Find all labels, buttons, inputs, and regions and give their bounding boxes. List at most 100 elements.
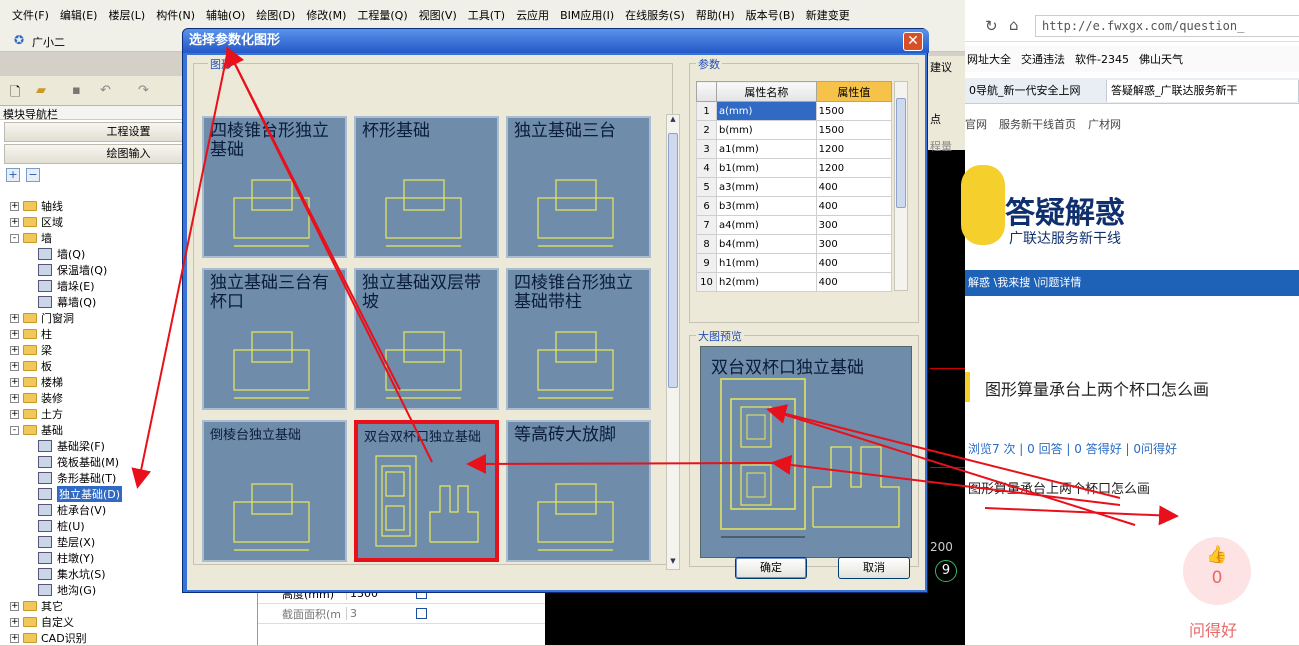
- param-value[interactable]: 400: [815, 253, 893, 273]
- favorite-link[interactable]: 交通违法: [1021, 51, 1065, 67]
- menu-item[interactable]: 工程量(Q): [357, 7, 407, 23]
- site-nav-link[interactable]: 服务新干线首页: [999, 116, 1076, 136]
- ok-button[interactable]: 确定: [735, 557, 807, 579]
- browser-tab[interactable]: 0导航_新一代安全上网: [965, 79, 1107, 102]
- expand-icon[interactable]: +: [10, 361, 19, 371]
- menu-item[interactable]: 辅轴(O): [206, 7, 245, 23]
- param-value[interactable]: 300: [815, 215, 893, 235]
- expand-icon[interactable]: +: [10, 409, 19, 419]
- param-row[interactable]: 10 h2(mm) 400: [696, 272, 893, 292]
- menu-item[interactable]: 修改(M): [306, 7, 346, 23]
- shape-tile[interactable]: 独立基础三台: [506, 116, 651, 258]
- redo-icon[interactable]: ↷: [138, 83, 149, 98]
- expand-icon[interactable]: +: [10, 345, 19, 355]
- assistant-icon[interactable]: ✪: [14, 33, 24, 47]
- expand-icon[interactable]: +: [10, 201, 19, 211]
- expand-icon[interactable]: +: [10, 217, 19, 227]
- shape-tile[interactable]: 等高砖大放脚: [506, 420, 651, 562]
- tree-item[interactable]: + CAD识别: [10, 630, 250, 646]
- param-value[interactable]: 400: [815, 196, 893, 216]
- param-row[interactable]: 8 b4(mm) 300: [696, 234, 893, 254]
- collapse-all-icon[interactable]: −: [26, 168, 40, 182]
- param-row[interactable]: 1 a(mm) 1500: [696, 101, 893, 121]
- param-row[interactable]: 9 h1(mm) 400: [696, 253, 893, 273]
- assistant-label[interactable]: 广小二: [32, 34, 65, 50]
- shape-tile[interactable]: 双台双杯口独立基础: [354, 420, 499, 562]
- menu-item[interactable]: BIM应用(I): [560, 7, 614, 23]
- menu-item[interactable]: 绘图(D): [256, 7, 295, 23]
- close-icon[interactable]: ✕: [903, 32, 923, 51]
- breadcrumb[interactable]: 解惑 \我来搜 \问题详情: [965, 270, 1299, 296]
- scroll-thumb[interactable]: [668, 133, 678, 388]
- shape-tile[interactable]: 独立基础三台有杯口: [202, 268, 347, 410]
- property-checkbox[interactable]: [416, 608, 427, 619]
- param-value[interactable]: 1500: [815, 101, 893, 121]
- param-row[interactable]: 3 a1(mm) 1200: [696, 139, 893, 159]
- like-button[interactable]: 👍 0: [1183, 537, 1251, 605]
- menu-item[interactable]: 工具(T): [468, 7, 505, 23]
- param-row[interactable]: 6 b3(mm) 400: [696, 196, 893, 216]
- tree-item[interactable]: + 其它: [10, 598, 250, 614]
- shape-tile[interactable]: 倒棱台独立基础: [202, 420, 347, 562]
- menu-item[interactable]: 构件(N): [156, 7, 195, 23]
- menu-item[interactable]: 版本号(B): [746, 7, 795, 23]
- param-name: h1(mm): [716, 253, 817, 273]
- undo-icon[interactable]: ↶: [100, 83, 111, 98]
- collapse-icon[interactable]: -: [10, 233, 19, 243]
- params-scrollbar[interactable]: [894, 81, 908, 291]
- param-value[interactable]: 400: [815, 272, 893, 292]
- param-row[interactable]: 2 b(mm) 1500: [696, 120, 893, 140]
- favorite-link[interactable]: 网址大全: [967, 51, 1011, 67]
- param-value[interactable]: 300: [815, 234, 893, 254]
- expand-icon[interactable]: +: [10, 313, 19, 323]
- scroll-up-icon[interactable]: ▲: [668, 115, 678, 127]
- param-row[interactable]: 5 a3(mm) 400: [696, 177, 893, 197]
- browser-tab-active[interactable]: 答疑解惑_广联达服务新干: [1107, 79, 1299, 102]
- tree-item[interactable]: + 自定义: [10, 614, 250, 630]
- menu-item[interactable]: 文件(F): [12, 7, 49, 23]
- new-file-icon[interactable]: 🗋: [10, 83, 20, 105]
- scroll-down-icon[interactable]: ▼: [668, 557, 678, 569]
- graph-scrollbar[interactable]: ▲ ▼: [666, 114, 680, 570]
- shape-tile[interactable]: 独立基础双层带坡: [354, 268, 499, 410]
- menu-item[interactable]: 在线服务(S): [625, 7, 685, 23]
- expand-all-icon[interactable]: +: [6, 168, 20, 182]
- param-value[interactable]: 1200: [815, 158, 893, 178]
- param-value[interactable]: 1200: [815, 139, 893, 159]
- param-row[interactable]: 7 a4(mm) 300: [696, 215, 893, 235]
- right-toolbar-label-2[interactable]: 点: [930, 111, 941, 127]
- param-row[interactable]: 4 b1(mm) 1200: [696, 158, 893, 178]
- collapse-icon[interactable]: -: [10, 425, 19, 435]
- expand-icon[interactable]: +: [10, 377, 19, 387]
- address-input[interactable]: http://e.fwxgx.com/question_: [1035, 15, 1299, 37]
- property-value[interactable]: 3: [346, 607, 408, 620]
- expand-icon[interactable]: +: [10, 617, 19, 627]
- cancel-button[interactable]: 取消: [838, 557, 910, 579]
- shape-tile[interactable]: 四棱锥台形独立基础带柱: [506, 268, 651, 410]
- menu-item[interactable]: 新建变更: [806, 7, 850, 23]
- scroll-thumb[interactable]: [896, 98, 906, 208]
- expand-icon[interactable]: +: [10, 393, 19, 403]
- save-icon[interactable]: ▪: [72, 83, 81, 98]
- right-toolbar-label[interactable]: 建议: [930, 59, 952, 75]
- shape-tile[interactable]: 四棱锥台形独立基础: [202, 116, 347, 258]
- expand-icon[interactable]: +: [10, 601, 19, 611]
- menu-item[interactable]: 帮助(H): [696, 7, 735, 23]
- expand-icon[interactable]: +: [10, 329, 19, 339]
- site-banner: 答疑解惑 广联达服务新干线: [961, 160, 1299, 260]
- shape-tile[interactable]: 杯形基础: [354, 116, 499, 258]
- favorite-link[interactable]: 佛山天气: [1139, 51, 1183, 67]
- site-nav-link[interactable]: 广材网: [1088, 116, 1121, 136]
- menu-item[interactable]: 编辑(E): [60, 7, 98, 23]
- home-icon[interactable]: ⌂: [1009, 16, 1019, 34]
- menu-item[interactable]: 视图(V): [419, 7, 457, 23]
- site-nav-link[interactable]: 官网: [965, 116, 987, 136]
- menu-item[interactable]: 云应用: [516, 7, 549, 23]
- open-folder-icon[interactable]: ▰: [36, 83, 46, 98]
- favorite-link[interactable]: 软件-2345: [1075, 51, 1129, 67]
- refresh-icon[interactable]: ↻: [985, 17, 998, 35]
- param-value[interactable]: 1500: [815, 120, 893, 140]
- param-value[interactable]: 400: [815, 177, 893, 197]
- menu-item[interactable]: 楼层(L): [108, 7, 145, 23]
- expand-icon[interactable]: +: [10, 633, 19, 643]
